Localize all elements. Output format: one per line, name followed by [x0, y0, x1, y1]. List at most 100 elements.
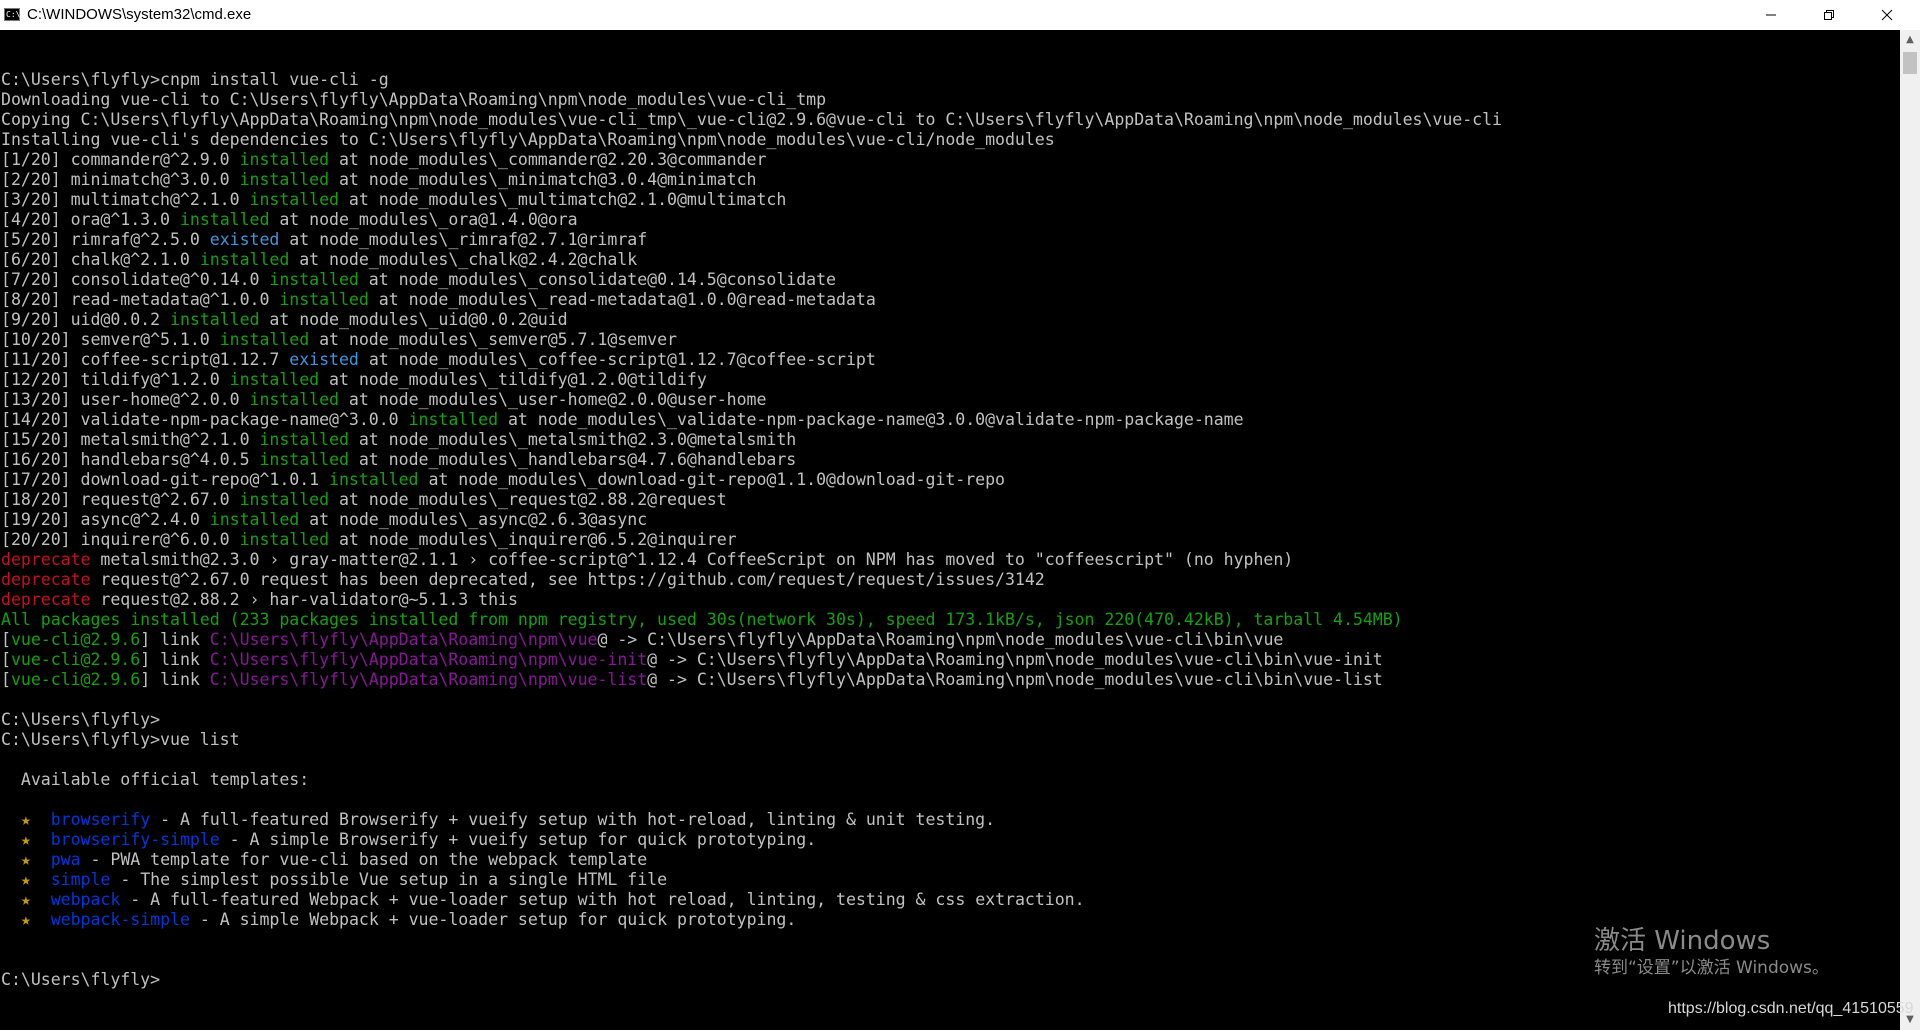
console-segment: deprecate	[1, 550, 91, 569]
console-segment	[1, 810, 21, 829]
console-segment: at node_modules\_minimatch@3.0.4@minimat…	[329, 170, 757, 189]
console-segment	[31, 910, 51, 929]
console-segment: at node_modules\_async@2.6.3@async	[299, 510, 648, 529]
console-segment: C:\Users\flyfly\AppData\Roaming\npm\vue-…	[209, 650, 648, 669]
console-segment: webpack	[50, 890, 121, 909]
console-segment: [19/20] async@^2.4.0	[1, 510, 210, 529]
console-segment: @ -> C:\Users\flyfly\AppData\Roaming\npm…	[597, 630, 1284, 649]
activation-watermark: 激活 Windows 转到“设置”以激活 Windows。	[1594, 925, 1829, 979]
console-segment: installed	[239, 490, 330, 509]
console-line: [6/20] chalk@^2.1.0 installed at node_mo…	[1, 250, 1502, 270]
console-segment: Available official templates:	[1, 770, 310, 789]
console-segment: deprecate	[1, 590, 91, 609]
console-line: [12/20] tildify@^1.2.0 installed at node…	[1, 370, 1502, 390]
close-button[interactable]	[1864, 0, 1910, 30]
console-segment: installed	[259, 450, 349, 469]
console-segment: [	[1, 650, 11, 669]
console-line: Installing vue-cli's dependencies to C:\…	[1, 130, 1502, 150]
console-segment: - A full-featured Browserify + vueify se…	[150, 810, 996, 829]
console-line: [3/20] multimatch@^2.1.0 installed at no…	[1, 190, 1502, 210]
console-output-area[interactable]: C:\Users\flyfly>cnpm install vue-cli -g D…	[0, 30, 1900, 1030]
console-segment: C:\Users\flyfly>cnpm install vue-cli -g	[1, 70, 389, 89]
console-segment: request@2.88.2 › har-validator@~5.1.3 th…	[90, 590, 518, 609]
console-segment: [10/20] semver@^5.1.0	[1, 330, 220, 349]
console-segment: [13/20] user-home@^2.0.0	[1, 390, 250, 409]
console-segment: at node_modules\_rimraf@2.7.1@rimraf	[279, 230, 648, 249]
console-segment: [9/20] uid@0.0.2	[1, 310, 170, 329]
console-segment: - A simple Webpack + vue-loader setup fo…	[189, 910, 797, 929]
console-segment: installed	[219, 330, 310, 349]
star-icon: ★	[20, 910, 31, 929]
console-line: Downloading vue-cli to C:\Users\flyfly\A…	[1, 90, 1502, 110]
console-line: [18/20] request@^2.67.0 installed at nod…	[1, 490, 1502, 510]
restore-button[interactable]	[1806, 0, 1852, 30]
console-line: All packages installed (233 packages ins…	[1, 610, 1502, 630]
console-segment: [1/20] commander@^2.9.0	[1, 150, 240, 169]
console-segment: at node_modules\_consolidate@0.14.5@cons…	[358, 270, 836, 289]
console-segment: installed	[259, 430, 349, 449]
console-segment: vue-cli@2.9.6	[10, 650, 141, 669]
console-segment: installed	[249, 390, 340, 409]
console-segment: installed	[279, 290, 369, 309]
source-url: https://blog.csdn.net/qq_41510559	[1668, 1000, 1914, 1017]
console-segment: - A simple Browserify + vueify setup for…	[219, 830, 817, 849]
console-segment	[31, 890, 51, 909]
console-segment: at node_modules\_commander@2.20.3@comman…	[329, 150, 767, 169]
console-segment: C:\Users\flyfly\AppData\Roaming\npm\vue-…	[209, 670, 648, 689]
console-segment: installed	[239, 170, 330, 189]
console-segment: at node_modules\_download-git-repo@1.1.0…	[418, 470, 1005, 489]
console-segment: at node_modules\_coffee-script@1.12.7@co…	[358, 350, 876, 369]
console-segment: at node_modules\_multimatch@2.1.0@multim…	[338, 190, 787, 209]
console-segment	[1, 910, 21, 929]
console-line: C:\Users\flyfly>	[1, 710, 1502, 730]
console-segment: [3/20] multimatch@^2.1.0	[1, 190, 250, 209]
console-segment: simple	[50, 870, 111, 889]
console-segment: C:\Users\flyfly>vue list	[1, 730, 240, 749]
minimize-button[interactable]	[1748, 0, 1794, 30]
console-segment: request@^2.67.0 request has been depreca…	[90, 570, 1045, 589]
console-segment: [16/20] handlebars@^4.0.5	[1, 450, 260, 469]
console-segment: at node_modules\_metalsmith@2.3.0@metals…	[348, 430, 797, 449]
console-line: ★ webpack-simple - A simple Webpack + vu…	[1, 910, 1502, 930]
star-icon: ★	[20, 810, 31, 829]
console-line: [15/20] metalsmith@^2.1.0 installed at n…	[1, 430, 1502, 450]
console-line: [14/20] validate-npm-package-name@^3.0.0…	[1, 410, 1502, 430]
console-segment: [	[1, 630, 11, 649]
star-icon: ★	[20, 870, 31, 889]
console-line: [17/20] download-git-repo@^1.0.1 install…	[1, 470, 1502, 490]
console-segment: browserify-simple	[50, 830, 220, 849]
console-segment: installed	[269, 270, 359, 289]
console-segment: [2/20] minimatch@^3.0.0	[1, 170, 240, 189]
console-line: [7/20] consolidate@^0.14.0 installed at …	[1, 270, 1502, 290]
console-segment: C:\Users\flyfly\AppData\Roaming\npm\vue	[209, 630, 598, 649]
console-line: [19/20] async@^2.4.0 installed at node_m…	[1, 510, 1502, 530]
console-line: ★ browserify-simple - A simple Browserif…	[1, 830, 1502, 850]
console-line: [9/20] uid@0.0.2 installed at node_modul…	[1, 310, 1502, 330]
console-segment: installed	[170, 310, 260, 329]
console-segment: installed	[408, 410, 499, 429]
console-segment: [	[1, 670, 11, 689]
console-segment: vue-cli@2.9.6	[10, 670, 141, 689]
console-line: C:\Users\flyfly>vue list	[1, 730, 1502, 750]
console-segment: at node_modules\_chalk@2.4.2@chalk	[289, 250, 638, 269]
console-icon[interactable]: C:\	[4, 8, 20, 21]
title-bar[interactable]: C:\ C:\WINDOWS\system32\cmd.exe	[0, 0, 1920, 30]
console-segment: [15/20] metalsmith@^2.1.0	[1, 430, 260, 449]
vertical-scrollbar[interactable]: ▲ ▼	[1900, 30, 1920, 1030]
console-segment: [8/20] read-metadata@^1.0.0	[1, 290, 280, 309]
scroll-thumb[interactable]	[1903, 52, 1917, 74]
scroll-up-arrow-icon[interactable]: ▲	[1900, 30, 1920, 50]
console-line: Copying C:\Users\flyfly\AppData\Roaming\…	[1, 110, 1502, 130]
console-text: C:\Users\flyfly>cnpm install vue-cli -g D…	[1, 70, 1502, 990]
console-segment: @ -> C:\Users\flyfly\AppData\Roaming\npm…	[647, 670, 1383, 689]
console-line: [10/20] semver@^5.1.0 installed at node_…	[1, 330, 1502, 350]
console-segment: installed	[199, 250, 290, 269]
console-segment: - A full-featured Webpack + vue-loader s…	[120, 890, 1085, 909]
console-line: C:\Users\flyfly>cnpm install vue-cli -g	[1, 70, 1502, 90]
console-segment: [11/20] coffee-script@1.12.7	[1, 350, 290, 369]
console-line: ★ browserify - A full-featured Browserif…	[1, 810, 1502, 830]
console-segment	[1, 830, 21, 849]
